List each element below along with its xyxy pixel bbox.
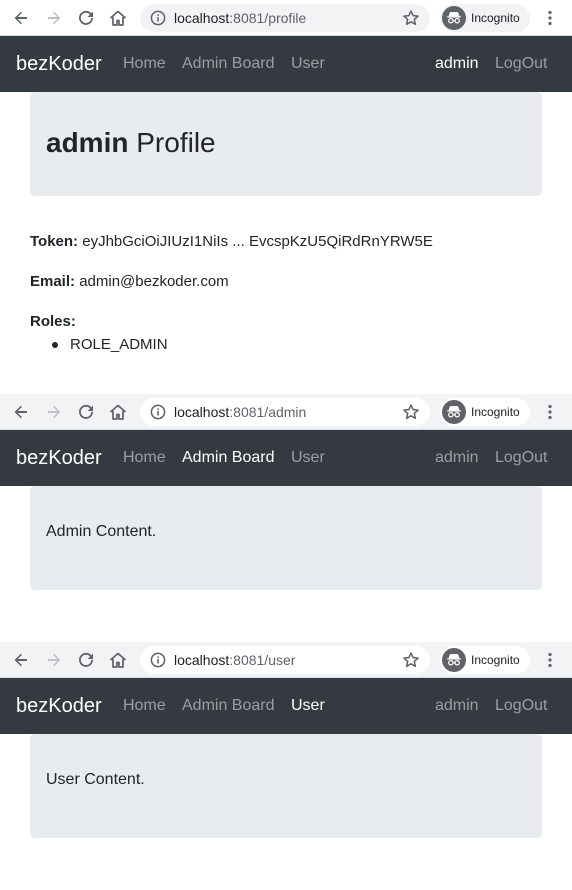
- token-label: Token:: [30, 233, 79, 250]
- incognito-label: Incognito: [471, 11, 520, 25]
- brand-logo[interactable]: bezKoder: [16, 694, 102, 718]
- incognito-label: Incognito: [471, 653, 520, 667]
- info-icon[interactable]: [150, 652, 166, 668]
- roles-row: Roles:: [30, 313, 76, 331]
- incognito-badge[interactable]: Incognito: [440, 4, 530, 32]
- url-text[interactable]: localhost:8081/user: [174, 652, 295, 668]
- home-icon[interactable]: [108, 650, 128, 670]
- nav-logout[interactable]: LogOut: [495, 54, 547, 74]
- email-value: admin@bezkoder.com: [79, 273, 229, 290]
- browser-toolbar: localhost:8081/profile Incognito: [0, 0, 572, 36]
- address-bar[interactable]: localhost:8081/admin: [140, 398, 430, 426]
- back-icon[interactable]: [11, 650, 31, 670]
- admin-screen: localhost:8081/admin Incognito bezKoder: [0, 394, 572, 642]
- incognito-label: Incognito: [471, 405, 520, 419]
- nav-logout[interactable]: LogOut: [495, 696, 547, 716]
- nav-admin-board[interactable]: Admin Board: [182, 448, 275, 468]
- nav-home[interactable]: Home: [123, 448, 166, 468]
- profile-username: admin: [46, 127, 129, 158]
- nav-user[interactable]: User: [291, 448, 325, 468]
- reload-icon[interactable]: [76, 650, 96, 670]
- menu-icon[interactable]: [541, 403, 559, 421]
- nav-home[interactable]: Home: [123, 696, 166, 716]
- nav-current-user[interactable]: admin: [435, 448, 479, 468]
- page-title: admin Profile: [46, 126, 216, 160]
- incognito-icon: [442, 400, 466, 424]
- admin-content-text: Admin Content.: [46, 523, 157, 540]
- address-bar[interactable]: localhost:8081/profile: [140, 4, 430, 32]
- app-navbar: bezKoder Home Admin Board User admin Log…: [0, 678, 572, 734]
- incognito-icon: [442, 648, 466, 672]
- back-icon[interactable]: [11, 8, 31, 28]
- forward-icon[interactable]: [44, 650, 64, 670]
- nav-logout[interactable]: LogOut: [495, 448, 547, 468]
- reload-icon[interactable]: [76, 402, 96, 422]
- user-content-text: User Content.: [46, 771, 145, 788]
- profile-title-suffix: Profile: [136, 127, 216, 158]
- user-screen: localhost:8081/user Incognito bezKoder H…: [0, 642, 572, 890]
- incognito-icon: [442, 6, 466, 30]
- token-row: Token: eyJhbGciOiJIUzI1NiIs ... EvcspKzU…: [30, 233, 433, 251]
- content-panel: User Content.: [30, 734, 542, 838]
- email-row: Email: admin@bezkoder.com: [30, 273, 229, 291]
- content-panel: Admin Content.: [30, 486, 542, 590]
- list-item: ROLE_ADMIN: [52, 336, 168, 354]
- address-bar[interactable]: localhost:8081/user: [140, 646, 430, 674]
- star-icon[interactable]: [402, 651, 420, 669]
- back-icon[interactable]: [11, 402, 31, 422]
- app-navbar: bezKoder Home Admin Board User admin Log…: [0, 36, 572, 92]
- nav-current-user[interactable]: admin: [435, 696, 479, 716]
- roles-list: ROLE_ADMIN: [52, 336, 168, 354]
- app-navbar: bezKoder Home Admin Board User admin Log…: [0, 430, 572, 486]
- url-text[interactable]: localhost:8081/admin: [174, 404, 306, 420]
- profile-header: admin Profile: [30, 92, 542, 196]
- info-icon[interactable]: [150, 10, 166, 26]
- home-icon[interactable]: [108, 402, 128, 422]
- profile-screen: localhost:8081/profile Incognito bezKode…: [0, 0, 572, 394]
- star-icon[interactable]: [402, 9, 420, 27]
- browser-toolbar: localhost:8081/user Incognito: [0, 642, 572, 678]
- nav-admin-board[interactable]: Admin Board: [182, 54, 275, 74]
- reload-icon[interactable]: [76, 8, 96, 28]
- menu-icon[interactable]: [541, 9, 559, 27]
- nav-user[interactable]: User: [291, 54, 325, 74]
- brand-logo[interactable]: bezKoder: [16, 52, 102, 76]
- info-icon[interactable]: [150, 404, 166, 420]
- nav-admin-board[interactable]: Admin Board: [182, 696, 275, 716]
- incognito-badge[interactable]: Incognito: [440, 398, 530, 426]
- forward-icon[interactable]: [44, 8, 64, 28]
- url-text[interactable]: localhost:8081/profile: [174, 10, 306, 26]
- forward-icon[interactable]: [44, 402, 64, 422]
- home-icon[interactable]: [108, 8, 128, 28]
- email-label: Email:: [30, 273, 76, 290]
- brand-logo[interactable]: bezKoder: [16, 446, 102, 470]
- nav-user[interactable]: User: [291, 696, 325, 716]
- nav-home[interactable]: Home: [123, 54, 166, 74]
- roles-label: Roles:: [30, 313, 76, 330]
- token-value: eyJhbGciOiJIUzI1NiIs ... EvcspKzU5QiRdRn…: [82, 233, 433, 250]
- star-icon[interactable]: [402, 403, 420, 421]
- nav-current-user[interactable]: admin: [435, 54, 479, 74]
- menu-icon[interactable]: [541, 651, 559, 669]
- incognito-badge[interactable]: Incognito: [440, 646, 530, 674]
- browser-toolbar: localhost:8081/admin Incognito: [0, 394, 572, 430]
